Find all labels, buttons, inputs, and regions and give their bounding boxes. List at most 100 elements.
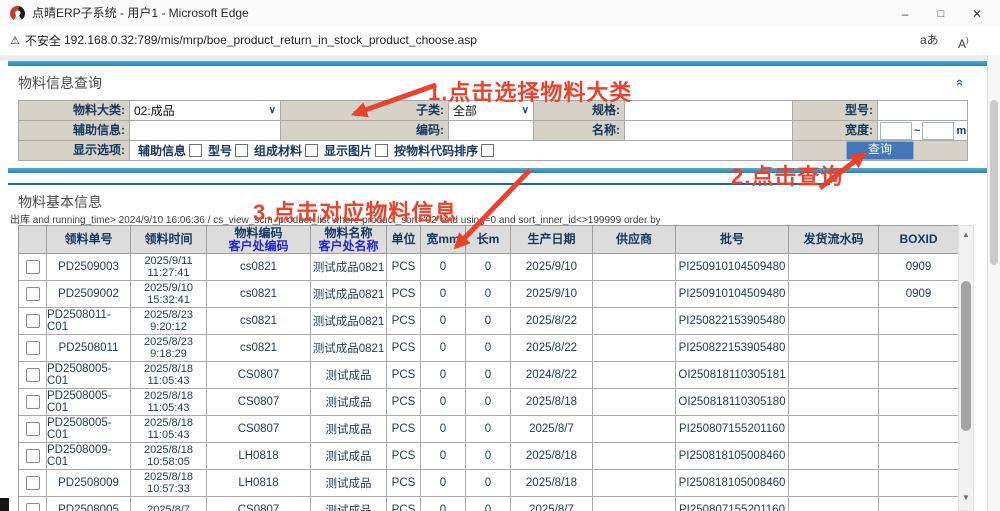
security-indicator[interactable]: ⚠ 不安全 bbox=[10, 27, 61, 54]
order-number-cell[interactable]: PD2509002 bbox=[47, 281, 131, 308]
request-time-cell[interactable]: 2025/8/1810:58:05 bbox=[131, 443, 207, 470]
length-cell[interactable]: 0 bbox=[466, 389, 511, 416]
material-name-cell[interactable]: 测试成品 bbox=[311, 362, 387, 389]
material-code-cell[interactable]: cs0821 bbox=[207, 281, 311, 308]
boxid-cell[interactable] bbox=[879, 497, 959, 511]
production-date-cell[interactable]: 2025/9/10 bbox=[511, 281, 593, 308]
order-number-cell[interactable]: PD2509003 bbox=[47, 254, 131, 281]
supplier-cell[interactable] bbox=[593, 308, 676, 335]
model-input[interactable] bbox=[878, 101, 967, 120]
order-number-cell[interactable]: PD2508011 bbox=[47, 335, 131, 362]
boxid-cell[interactable] bbox=[879, 362, 959, 389]
unit-cell[interactable]: PCS bbox=[387, 497, 421, 511]
length-cell[interactable]: 0 bbox=[466, 308, 511, 335]
production-date-cell[interactable]: 2025/9/10 bbox=[511, 254, 593, 281]
supplier-cell[interactable] bbox=[593, 281, 676, 308]
row-checkbox[interactable] bbox=[26, 503, 40, 511]
order-number-cell[interactable]: PD2508005-C01 bbox=[47, 416, 131, 443]
unit-cell[interactable]: PCS bbox=[387, 470, 421, 497]
width-cell[interactable]: 0 bbox=[421, 443, 466, 470]
width-cell[interactable]: 0 bbox=[421, 470, 466, 497]
production-date-cell[interactable]: 2025/8/22 bbox=[511, 308, 593, 335]
material-code-cell[interactable]: CS0807 bbox=[207, 362, 311, 389]
boxid-cell[interactable] bbox=[879, 443, 959, 470]
material-name-cell[interactable]: 测试成品 bbox=[311, 497, 387, 511]
supplier-cell[interactable] bbox=[593, 362, 676, 389]
material-code-cell[interactable]: LH0818 bbox=[207, 470, 311, 497]
batch-number-cell[interactable]: PI250822153905480 bbox=[676, 335, 789, 362]
shipping-code-cell[interactable] bbox=[789, 389, 879, 416]
row-checkbox[interactable] bbox=[26, 368, 40, 382]
batch-number-cell[interactable]: PI250822153905480 bbox=[676, 308, 789, 335]
url-text[interactable]: 192.168.0.32:789/mis/mrp/boe_product_ret… bbox=[64, 27, 477, 54]
translate-icon[interactable]: aあ bbox=[920, 27, 939, 54]
order-number-cell[interactable]: PD2508011-C01 bbox=[47, 308, 131, 335]
code-input[interactable] bbox=[449, 121, 533, 140]
supplier-cell[interactable] bbox=[593, 389, 676, 416]
width-cell[interactable]: 0 bbox=[421, 335, 466, 362]
boxid-cell[interactable] bbox=[879, 470, 959, 497]
boxid-cell[interactable]: 0909 bbox=[879, 254, 959, 281]
boxid-cell[interactable] bbox=[879, 335, 959, 362]
order-number-cell[interactable]: PD2508005 bbox=[47, 497, 131, 511]
width-cell[interactable]: 0 bbox=[421, 416, 466, 443]
length-cell[interactable]: 0 bbox=[466, 443, 511, 470]
production-date-cell[interactable]: 2025/8/22 bbox=[511, 335, 593, 362]
close-button[interactable]: ✕ bbox=[960, 0, 994, 27]
shipping-code-cell[interactable] bbox=[789, 497, 879, 511]
batch-number-cell[interactable]: PI250807155201160 bbox=[676, 416, 789, 443]
request-time-cell[interactable]: 2025/8/7 bbox=[131, 497, 207, 511]
maximize-button[interactable]: □ bbox=[924, 0, 958, 27]
display-option-checkbox[interactable] bbox=[305, 144, 318, 157]
material-code-cell[interactable]: CS0807 bbox=[207, 416, 311, 443]
request-time-cell[interactable]: 2025/8/1810:57:33 bbox=[131, 470, 207, 497]
table-scrollbar[interactable]: ▲ ▼ bbox=[958, 225, 974, 511]
production-date-cell[interactable]: 2025/8/7 bbox=[511, 416, 593, 443]
batch-number-cell[interactable]: PI250910104509480 bbox=[676, 254, 789, 281]
material-code-cell[interactable]: cs0821 bbox=[207, 335, 311, 362]
batch-number-cell[interactable]: OI250818110305180 bbox=[676, 389, 789, 416]
material-code-cell[interactable]: CS0807 bbox=[207, 497, 311, 511]
width-cell[interactable]: 0 bbox=[421, 281, 466, 308]
batch-number-cell[interactable]: PI250807155201160 bbox=[676, 497, 789, 511]
material-name-cell[interactable]: 测试成品0821 bbox=[311, 254, 387, 281]
shipping-code-cell[interactable] bbox=[789, 470, 879, 497]
material-code-cell[interactable]: CS0807 bbox=[207, 389, 311, 416]
width-from-input[interactable] bbox=[880, 122, 912, 140]
supplier-cell[interactable] bbox=[593, 416, 676, 443]
unit-cell[interactable]: PCS bbox=[387, 362, 421, 389]
length-cell[interactable]: 0 bbox=[466, 362, 511, 389]
row-checkbox[interactable] bbox=[26, 341, 40, 355]
shipping-code-cell[interactable] bbox=[789, 335, 879, 362]
material-name-cell[interactable]: 测试成品0821 bbox=[311, 281, 387, 308]
boxid-cell[interactable] bbox=[879, 389, 959, 416]
width-cell[interactable]: 0 bbox=[421, 497, 466, 511]
material-code-cell[interactable]: cs0821 bbox=[207, 308, 311, 335]
spec-input[interactable] bbox=[625, 101, 792, 120]
scroll-down-icon[interactable]: ▼ bbox=[959, 493, 973, 502]
length-cell[interactable]: 0 bbox=[466, 416, 511, 443]
unit-cell[interactable]: PCS bbox=[387, 335, 421, 362]
production-date-cell[interactable]: 2025/8/18 bbox=[511, 470, 593, 497]
batch-number-cell[interactable]: PI250818105008460 bbox=[676, 470, 789, 497]
boxid-cell[interactable]: 0909 bbox=[879, 281, 959, 308]
order-number-cell[interactable]: PD2508005-C01 bbox=[47, 362, 131, 389]
material-code-cell[interactable]: LH0818 bbox=[207, 443, 311, 470]
request-time-cell[interactable]: 2025/8/239:18:29 bbox=[131, 335, 207, 362]
production-date-cell[interactable]: 2025/8/18 bbox=[511, 389, 593, 416]
shipping-code-cell[interactable] bbox=[789, 443, 879, 470]
length-cell[interactable]: 0 bbox=[466, 254, 511, 281]
supplier-cell[interactable] bbox=[593, 497, 676, 511]
boxid-cell[interactable] bbox=[879, 416, 959, 443]
row-checkbox[interactable] bbox=[26, 476, 40, 490]
production-date-cell[interactable]: 2025/8/18 bbox=[511, 443, 593, 470]
request-time-cell[interactable]: 2025/8/1811:05:43 bbox=[131, 362, 207, 389]
minimize-button[interactable]: – bbox=[888, 0, 922, 27]
display-option-checkbox[interactable] bbox=[189, 144, 202, 157]
supplier-cell[interactable] bbox=[593, 335, 676, 362]
material-name-cell[interactable]: 测试成品 bbox=[311, 416, 387, 443]
length-cell[interactable]: 0 bbox=[466, 470, 511, 497]
row-checkbox[interactable] bbox=[26, 287, 40, 301]
row-checkbox[interactable] bbox=[26, 314, 40, 328]
material-name-cell[interactable]: 测试成品 bbox=[311, 443, 387, 470]
